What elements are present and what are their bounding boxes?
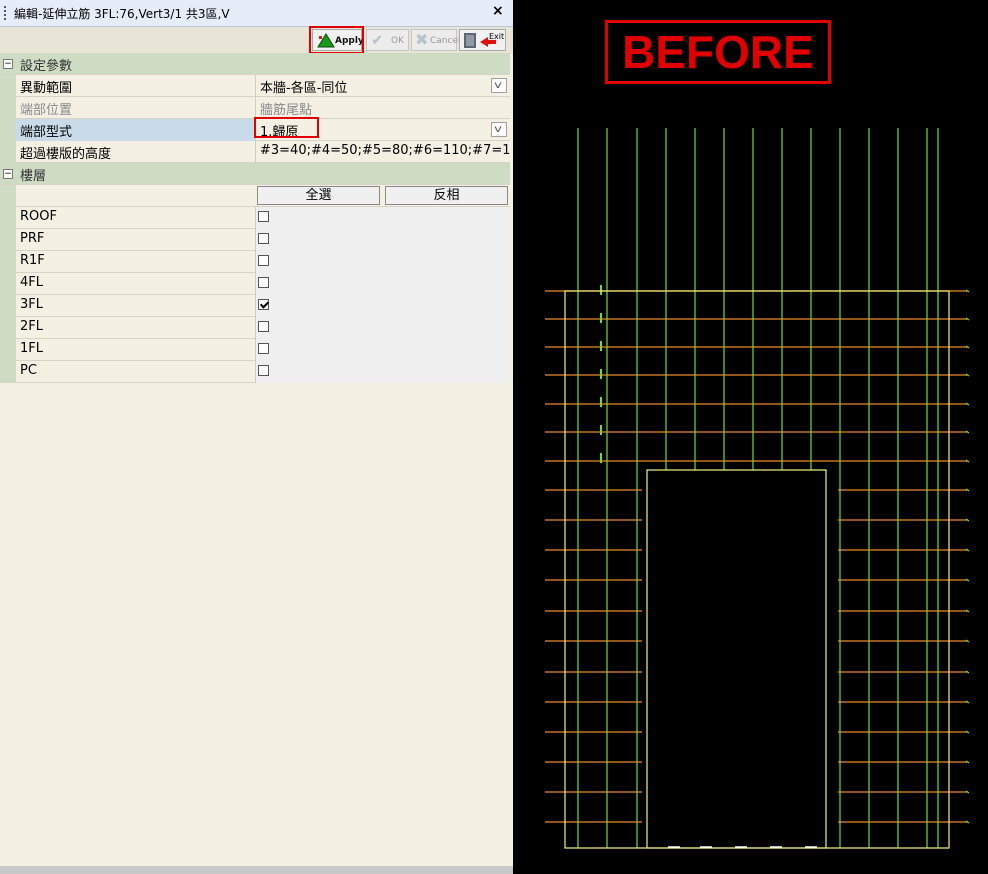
cad-drawing — [513, 0, 988, 874]
invert-selection-button[interactable]: 反相 — [385, 186, 508, 205]
floor-row[interactable]: PC — [0, 361, 510, 383]
floor-checkbox[interactable] — [258, 365, 269, 376]
rebar-end-mark — [965, 373, 970, 377]
status-bar — [0, 866, 513, 874]
category-settings[interactable]: − 設定參數 — [0, 53, 510, 75]
floor-name: ROOF — [16, 207, 256, 229]
floor-value — [256, 251, 510, 273]
rebar-end-mark — [965, 289, 970, 293]
floor-checkbox[interactable] — [258, 211, 269, 222]
property-name: 超過樓版的高度 — [16, 141, 256, 163]
rebar-end-mark — [965, 459, 970, 463]
chevron-down-icon: v — [494, 80, 502, 91]
opening-outline — [646, 469, 827, 849]
rebar-end-mark — [965, 790, 970, 794]
floor-name: 2FL — [16, 317, 256, 339]
floor-checkbox[interactable] — [258, 321, 269, 332]
floor-value — [256, 229, 510, 251]
rebar-end-mark — [965, 578, 970, 582]
toolbar: Apply ✔ OK ✖ Cancel Exit — [0, 27, 513, 54]
floor-name: 4FL — [16, 273, 256, 295]
floor-checkbox[interactable] — [258, 343, 269, 354]
rebar-end-mark — [965, 345, 970, 349]
floor-value — [256, 207, 510, 229]
property-name: 異動範圍 — [16, 75, 256, 97]
title-bar[interactable]: 編輯-延伸立筋 3FL:76,Vert3/1 共3區,V × — [0, 0, 513, 27]
before-label: BEFORE — [605, 20, 831, 84]
property-name: 端部型式 — [16, 119, 256, 141]
ok-button[interactable]: ✔ OK — [366, 29, 409, 51]
floor-checkbox[interactable] — [258, 255, 269, 266]
window-title: 編輯-延伸立筋 3FL:76,Vert3/1 共3區,V — [14, 7, 230, 21]
rebar-end-mark — [965, 700, 970, 704]
rebar-end-mark — [965, 317, 970, 321]
exit-label: Exit — [489, 32, 505, 41]
floor-row[interactable]: PRF — [0, 229, 510, 251]
rebar-end-mark — [965, 820, 970, 824]
rebar-end-mark — [965, 670, 970, 674]
floor-value — [256, 273, 510, 295]
rebar-end-mark — [965, 760, 970, 764]
check-icon: ✔ — [371, 31, 384, 49]
rebar-end-mark — [965, 548, 970, 552]
collapse-icon[interactable]: − — [3, 169, 13, 179]
floor-value — [256, 339, 510, 361]
floor-name: 1FL — [16, 339, 256, 361]
cancel-label: Cancel — [430, 36, 461, 46]
rebar-end-mark — [965, 402, 970, 406]
apply-highlight-box — [309, 26, 364, 54]
exit-button[interactable]: Exit — [459, 29, 506, 51]
value-highlight-box — [254, 117, 319, 138]
grip-icon[interactable] — [4, 6, 6, 20]
select-all-button[interactable]: 全選 — [257, 186, 380, 205]
floor-checkbox[interactable] — [258, 299, 269, 310]
category-label: 樓層 — [20, 169, 47, 184]
floor-row[interactable]: 3FL — [0, 295, 510, 317]
floor-checkbox[interactable] — [258, 233, 269, 244]
category-label: 設定參數 — [20, 59, 73, 74]
floor-row[interactable]: 1FL — [0, 339, 510, 361]
rebar-end-mark — [965, 730, 970, 734]
floor-row[interactable]: R1F — [0, 251, 510, 273]
property-value[interactable]: 本牆-各區-同位 — [256, 75, 510, 97]
floor-name: PRF — [16, 229, 256, 251]
floor-row[interactable]: ROOF — [0, 207, 510, 229]
chevron-down-icon: v — [494, 124, 502, 135]
property-value: 牆筋尾點 — [260, 103, 313, 118]
close-button[interactable]: × — [492, 3, 504, 19]
rebar-end-mark — [965, 488, 970, 492]
cancel-button[interactable]: ✖ Cancel — [411, 29, 461, 51]
property-name: 端部位置 — [16, 97, 256, 119]
edit-panel: 編輯-延伸立筋 3FL:76,Vert3/1 共3區,V × Apply ✔ O… — [0, 0, 513, 874]
rebar-end-mark — [965, 518, 970, 522]
rebar-end-mark — [965, 430, 970, 434]
floor-row[interactable]: 2FL — [0, 317, 510, 339]
floor-checkbox[interactable] — [258, 277, 269, 288]
dropdown-button[interactable]: v — [491, 122, 507, 137]
floor-name: R1F — [16, 251, 256, 273]
rebar-end-mark — [965, 639, 970, 643]
floor-name: PC — [16, 361, 256, 383]
floor-value — [256, 317, 510, 339]
category-floors[interactable]: − 樓層 — [0, 163, 510, 185]
collapse-icon[interactable]: − — [3, 59, 13, 69]
rebar-end-mark — [965, 609, 970, 613]
floor-value — [256, 295, 510, 317]
property-row[interactable]: 異動範圍 本牆-各區-同位 v — [0, 75, 510, 97]
property-row: 端部位置 牆筋尾點 — [0, 97, 510, 119]
cancel-x-icon: ✖ — [415, 30, 429, 49]
property-value[interactable]: #3=40;#4=50;#5=80;#6=110;#7=140; — [256, 141, 510, 163]
floor-name: 3FL — [16, 295, 256, 317]
floor-value — [256, 361, 510, 383]
floor-row[interactable]: 4FL — [0, 273, 510, 295]
ok-label: OK — [391, 36, 404, 46]
property-row[interactable]: 超過樓版的高度 #3=40;#4=50;#5=80;#6=110;#7=140; — [0, 141, 510, 163]
dropdown-button[interactable]: v — [491, 78, 507, 93]
